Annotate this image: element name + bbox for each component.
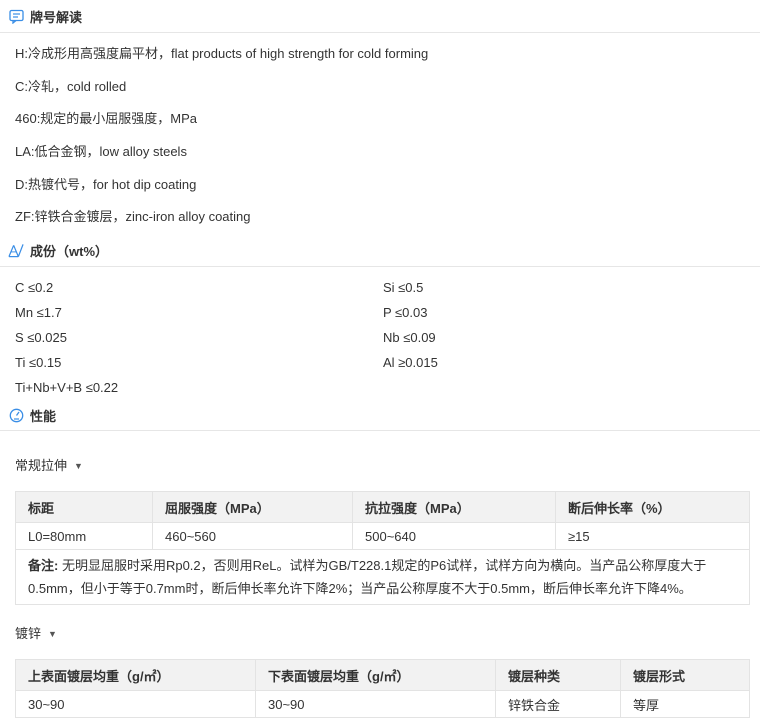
table-cell: 30~90 (255, 690, 496, 719)
coating-label: 镀锌 (15, 626, 42, 642)
coating-table: 上表面镀层均重（g/㎡） 下表面镀层均重（g/㎡） 镀层种类 镀层形式 30~9… (15, 659, 750, 719)
table-row: 30~90 30~90 锌铁合金 等厚 (15, 690, 750, 719)
gauge-icon (8, 407, 24, 423)
comment-icon (8, 8, 24, 24)
table-cell: 500~640 (352, 522, 556, 551)
table-header-row: 标距 屈服强度（MPa） 抗拉强度（MPa） 断后伸长率（%） (15, 491, 750, 524)
tensile-label: 常规拉伸 (15, 458, 68, 474)
table-header-row: 上表面镀层均重（g/㎡） 下表面镀层均重（g/㎡） 镀层种类 镀层形式 (15, 659, 750, 692)
composition-item: Mn ≤1.7 (15, 305, 62, 321)
table-header: 抗拉强度（MPa） (352, 491, 556, 524)
caret-down-icon: ▼ (48, 629, 57, 640)
composition-grid: C ≤0.2 Si ≤0.5 Mn ≤1.7 P ≤0.03 S ≤0.025 … (0, 267, 760, 400)
table-cell: ≥15 (555, 522, 750, 551)
performance-section-header: 性能 (0, 400, 760, 432)
composition-item: Nb ≤0.09 (383, 330, 436, 346)
table-header: 断后伸长率（%） (555, 491, 750, 524)
tensile-table: 标距 屈服强度（MPa） 抗拉强度（MPa） 断后伸长率（%） L0=80mm … (15, 491, 750, 606)
table-header: 镀层种类 (495, 659, 621, 692)
brand-line: H:冷成形用高强度扁平材，flat products of high stren… (15, 46, 429, 61)
table-header: 屈服强度（MPa） (152, 491, 353, 524)
brand-line: LA:低合金钢，low alloy steels (15, 144, 187, 160)
tensile-toggle[interactable]: 常规拉伸 ▼ (0, 451, 760, 481)
table-header: 上表面镀层均重（g/㎡） (15, 659, 256, 692)
table-cell: 460~560 (152, 522, 353, 551)
brand-line: C:冷轧，cold rolled (15, 78, 127, 94)
brand-section-title: 牌号解读 (30, 9, 83, 25)
composition-item: Si ≤0.5 (383, 280, 424, 296)
composition-item: Ti+Nb+V+B ≤0.22 (15, 380, 119, 396)
brand-section-header: 牌号解读 (0, 0, 760, 33)
caret-down-icon: ▼ (74, 461, 83, 472)
composition-section-title: 成份（wt%） (30, 243, 109, 259)
table-header: 镀层形式 (620, 659, 750, 692)
composition-item: Ti ≤0.15 (15, 355, 62, 371)
table-row: L0=80mm 460~560 500~640 ≥15 (15, 522, 750, 551)
table-cell: 锌铁合金 (495, 690, 621, 719)
performance-section-title: 性能 (30, 408, 57, 424)
table-cell: 30~90 (15, 690, 256, 719)
brand-line: 460:规定的最小屈服强度，MPa (15, 111, 198, 127)
table-header: 下表面镀层均重（g/㎡） (255, 659, 496, 692)
composition-item: S ≤0.025 (15, 330, 67, 346)
note-label: 备注: (28, 558, 59, 574)
composition-item: P ≤0.03 (383, 305, 428, 321)
note-row: 备注: 无明显屈服时采用Rp0.2，否则用ReL。试样为GB/T228.1规定的… (15, 549, 750, 606)
note-text: 无明显屈服时采用Rp0.2，否则用ReL。试样为GB/T228.1规定的P6试样… (28, 558, 707, 597)
note-cell: 备注: 无明显屈服时采用Rp0.2，否则用ReL。试样为GB/T228.1规定的… (15, 549, 750, 606)
flask-icon (8, 242, 24, 258)
composition-section-header: 成份（wt%） (0, 234, 760, 268)
table-cell: L0=80mm (15, 522, 153, 551)
composition-item: C ≤0.2 (15, 280, 54, 296)
coating-toggle[interactable]: 镀锌 ▼ (0, 619, 760, 649)
brand-line: D:热镀代号，for hot dip coating (15, 176, 197, 192)
brand-line: ZF:锌铁合金镀层，zinc-iron alloy coating (15, 209, 251, 225)
table-header: 标距 (15, 491, 153, 524)
table-cell: 等厚 (620, 690, 750, 719)
composition-item: Al ≥0.015 (383, 355, 438, 371)
brand-lines: H:冷成形用高强度扁平材，flat products of high stren… (0, 33, 760, 234)
